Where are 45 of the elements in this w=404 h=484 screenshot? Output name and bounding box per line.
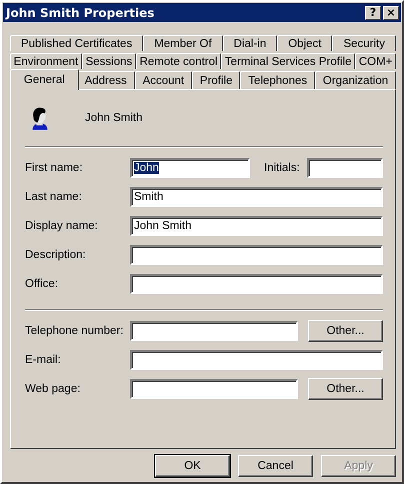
tab[interactable]: Terminal Services Profile [221,53,356,69]
field-label: E-mail: [25,354,62,366]
field-label: Web page: [25,383,82,395]
input-field[interactable] [130,379,298,399]
field-label: Description: [25,249,87,261]
input-field[interactable] [130,245,383,265]
tab[interactable]: Member Of [143,35,223,51]
input-field[interactable] [130,350,383,370]
help-button[interactable]: ? [365,6,381,20]
tab[interactable]: Sessions [82,53,136,69]
close-button[interactable]: × [383,6,399,20]
field-value: Smith [134,191,164,203]
field-label: Display name: [25,220,99,232]
tab[interactable]: Organization [315,71,396,89]
user-name: John Smith [85,112,143,124]
tab[interactable]: General [10,69,79,90]
tab[interactable]: Account [134,71,192,89]
field-label: Office: [25,278,60,290]
other-button[interactable]: Other... [308,320,383,342]
field-label: Last name: [25,191,83,203]
input-field[interactable]: Smith [130,187,383,207]
input-field[interactable] [307,158,383,178]
tab[interactable]: Published Certificates [10,35,144,51]
tab[interactable]: Telephones [240,71,316,89]
tab[interactable]: Object [277,35,332,51]
tab[interactable]: COM+ [355,53,396,69]
tab[interactable]: Dial-in [222,35,278,51]
tab[interactable]: Address [76,71,135,89]
field-label: Telephone number: [25,325,124,337]
other-button[interactable]: Other... [308,378,383,400]
tab[interactable]: Remote control [136,53,222,69]
input-field[interactable] [130,274,383,294]
field-value: John Smith [134,220,192,232]
field-value: John [134,162,159,174]
tab[interactable]: Profile [192,71,240,89]
field-label: Initials: [264,162,300,174]
dialog-button[interactable]: Cancel [238,455,313,477]
dialog-button[interactable]: OK [155,455,230,477]
tab[interactable]: Environment [10,53,82,69]
window-title: John Smith Properties [6,6,154,20]
input-field[interactable]: John Smith [130,216,383,236]
input-field[interactable]: John [130,158,250,178]
tab[interactable]: Security [332,35,396,51]
input-field[interactable] [130,321,298,341]
field-label: First name: [25,162,84,174]
